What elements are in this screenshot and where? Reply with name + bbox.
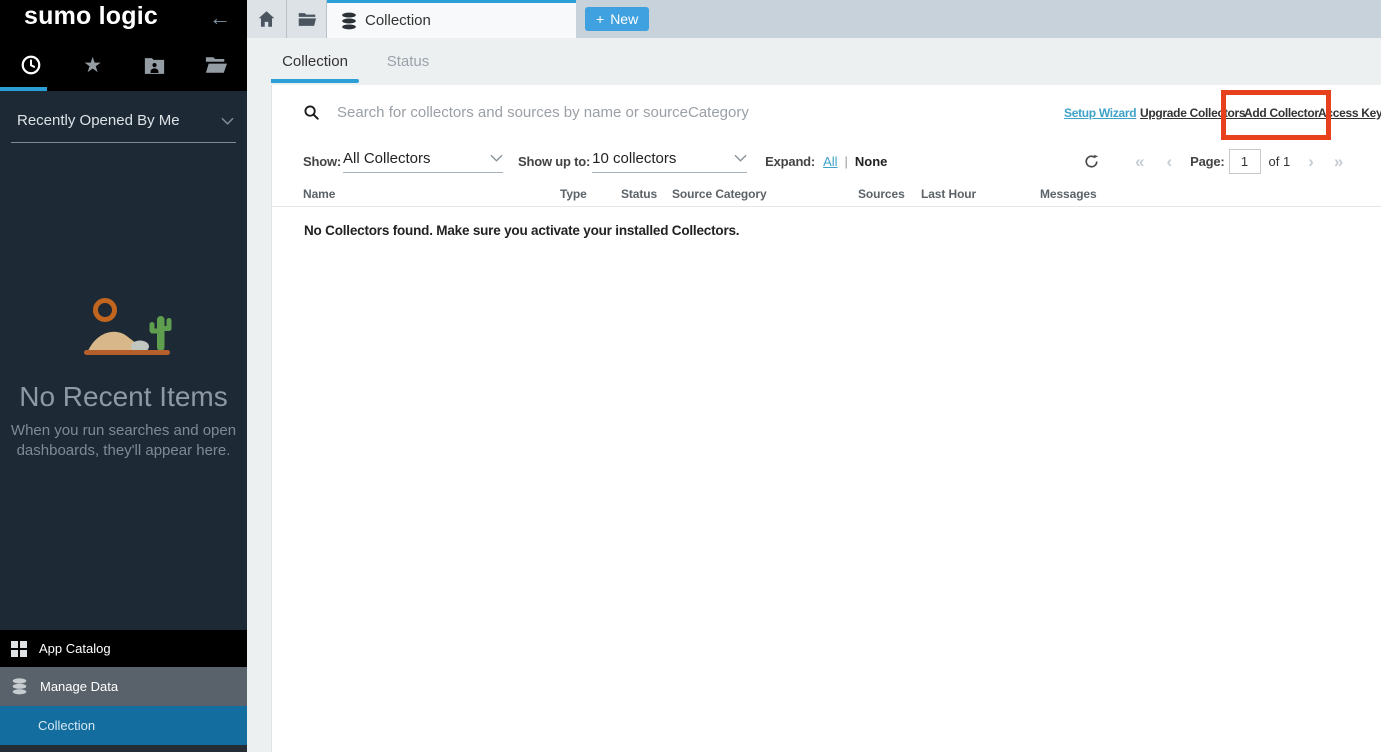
first-page-button[interactable]: «: [1135, 153, 1144, 170]
tab-collection[interactable]: Collection: [327, 0, 576, 38]
sidebar-item-collection[interactable]: Collection: [0, 706, 247, 745]
left-sidebar: sumo logic ← ★ Rece: [0, 0, 247, 752]
favorites-tab[interactable]: ★: [62, 48, 124, 82]
limit-select[interactable]: 10 collectors: [592, 150, 747, 173]
chevron-down-icon: [221, 117, 234, 125]
chevron-down-icon: [734, 154, 747, 162]
column-header-messages[interactable]: Messages: [1040, 187, 1381, 201]
recents-tab[interactable]: [0, 48, 62, 82]
plus-icon: +: [596, 11, 604, 27]
new-button[interactable]: + New: [585, 7, 649, 31]
home-icon: [258, 11, 275, 27]
sidebar-bottom-nav: App Catalog Manage Data Collection: [0, 630, 247, 745]
subtab-collection[interactable]: Collection: [271, 38, 359, 85]
subtab-label: Status: [387, 53, 430, 70]
next-page-button[interactable]: ›: [1308, 153, 1314, 170]
no-recent-items-description: When you run searches and open dashboard…: [0, 421, 247, 461]
filter-row: Show: All Collectors Show up to: 10 coll…: [272, 139, 1381, 183]
show-select-value: All Collectors: [343, 150, 431, 167]
sun-ring: [95, 301, 114, 320]
limit-select-value: 10 collectors: [592, 150, 676, 167]
main-lower: Collection Status Setup Wizard Upgrade C…: [247, 38, 1381, 752]
column-header-status[interactable]: Status: [621, 187, 672, 201]
expand-all-link[interactable]: All: [823, 154, 837, 169]
collection-stack-icon: [341, 12, 357, 30]
open-folder-icon: [205, 56, 227, 74]
clock-icon: [20, 54, 42, 76]
sidebar-item-manage-data[interactable]: Manage Data: [0, 667, 247, 706]
search-input[interactable]: [335, 103, 819, 122]
pagination: « ‹ Page: of 1 › »: [1084, 139, 1343, 183]
sidebar-item-app-catalog[interactable]: App Catalog: [0, 630, 247, 667]
new-button-label: New: [610, 11, 638, 27]
collapse-sidebar-icon[interactable]: ←: [209, 5, 231, 31]
star-icon: ★: [83, 55, 102, 76]
grid-icon: [11, 641, 27, 657]
chevron-down-icon: [490, 154, 503, 162]
desert-illustration: [0, 295, 247, 359]
prev-page-button[interactable]: ‹: [1166, 153, 1172, 170]
ground-line: [84, 350, 170, 355]
sidebar-header: sumo logic ← ★: [0, 0, 247, 91]
page-number-input[interactable]: [1229, 149, 1261, 174]
home-button[interactable]: [247, 0, 287, 38]
collection-panel: Setup Wizard Upgrade Collectors Add Coll…: [271, 85, 1381, 752]
sidebar-bottom-strip: [0, 745, 247, 752]
add-collector-link[interactable]: Add Collector: [1244, 106, 1319, 120]
sidebar-item-label: App Catalog: [39, 641, 111, 656]
subtab-status[interactable]: Status: [385, 38, 431, 85]
column-header-last-hour[interactable]: Last Hour: [921, 187, 1040, 201]
search-row: Setup Wizard Upgrade Collectors Add Coll…: [272, 85, 1381, 139]
column-header-type[interactable]: Type: [560, 187, 621, 201]
page-label: Page:: [1190, 154, 1224, 169]
column-header-source-category[interactable]: Source Category: [672, 187, 858, 201]
active-tab-indicator: [0, 87, 47, 91]
no-recent-items-title: No Recent Items: [0, 381, 247, 413]
shared-folder-icon: [144, 56, 165, 75]
expand-label: Expand:: [765, 154, 815, 169]
subtab-bar: Collection Status: [247, 38, 1381, 85]
sumo-logic-logo: sumo logic: [24, 2, 158, 31]
access-keys-link[interactable]: Access Keys: [1318, 106, 1381, 120]
column-header-name[interactable]: Name: [303, 187, 560, 201]
library-tab[interactable]: [185, 48, 247, 82]
search-icon: [303, 104, 320, 121]
show-select[interactable]: All Collectors: [343, 150, 503, 173]
tab-label: Collection: [365, 12, 431, 29]
expand-none-link[interactable]: None: [855, 154, 888, 169]
recent-filter-dropdown[interactable]: Recently Opened By Me: [11, 112, 236, 143]
shared-content-tab[interactable]: [124, 48, 186, 82]
sidebar-item-label: Manage Data: [40, 679, 118, 694]
subtab-label: Collection: [282, 53, 348, 70]
show-label: Show:: [303, 154, 341, 169]
setup-wizard-link[interactable]: Setup Wizard: [1064, 106, 1136, 120]
column-header-sources[interactable]: Sources: [858, 187, 921, 201]
sidebar-nav-icons: ★: [0, 48, 247, 82]
empty-state-message: No Collectors found. Make sure you activ…: [272, 223, 1381, 238]
upgrade-collectors-link[interactable]: Upgrade Collectors: [1140, 106, 1245, 120]
recent-filter-label: Recently Opened By Me: [17, 112, 180, 129]
show-up-to-label: Show up to:: [518, 154, 590, 169]
page-count-label: of 1: [1269, 154, 1291, 169]
main-area: Collection + New Collection Status: [247, 0, 1381, 752]
sidebar-item-label: Collection: [38, 718, 95, 733]
separator: |: [845, 154, 848, 169]
refresh-icon[interactable]: [1084, 154, 1099, 169]
top-tab-bar: Collection + New: [247, 0, 1381, 38]
folder-button[interactable]: [287, 0, 327, 38]
table-header-row: Name Type Status Source Category Sources…: [272, 187, 1381, 207]
folder-icon: [298, 12, 316, 27]
last-page-button[interactable]: »: [1334, 153, 1343, 170]
database-icon: [11, 678, 28, 695]
